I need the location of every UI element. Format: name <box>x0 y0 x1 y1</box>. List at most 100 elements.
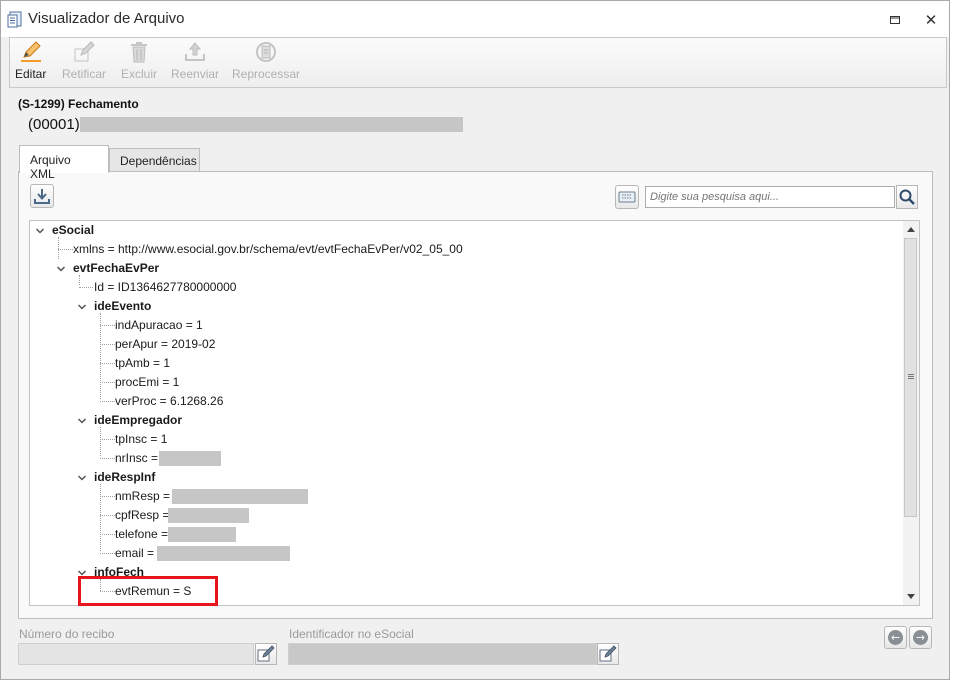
collapse-arrow-icon[interactable] <box>56 264 66 274</box>
scroll-grip <box>908 374 914 375</box>
redacted-value <box>157 546 290 561</box>
tree-connector <box>100 382 115 383</box>
collapse-arrow-icon[interactable] <box>35 226 45 236</box>
scroll-grip <box>908 378 914 379</box>
edit-icon <box>599 645 617 662</box>
rectify-button[interactable]: Retificar <box>62 40 106 81</box>
collapse-arrow-icon[interactable] <box>77 302 87 312</box>
collapse-arrow-icon[interactable] <box>77 473 87 483</box>
edit-pen-icon <box>72 40 96 64</box>
previous-button[interactable]: ← <box>884 626 907 649</box>
xml-tree: eSocial xmlns = http://www.esocial.gov.b… <box>29 220 920 606</box>
delete-label: Excluir <box>121 67 158 81</box>
restore-icon[interactable] <box>884 9 906 31</box>
esocial-id-label: Identificador no eSocial <box>289 627 414 641</box>
scrollbar-thumb[interactable] <box>904 238 917 517</box>
redacted-block <box>80 117 463 132</box>
tree-node-nrinsc[interactable]: nrInsc = <box>115 449 158 468</box>
delete-button[interactable]: Excluir <box>121 40 157 81</box>
tree-connector <box>100 553 115 554</box>
keyboard-icon <box>618 191 636 203</box>
document-icon <box>7 11 23 28</box>
tree-node-ideevento[interactable]: ideEvento <box>94 297 151 316</box>
tree-node-telefone[interactable]: telefone = <box>115 525 168 544</box>
search-button[interactable] <box>896 185 918 209</box>
rectify-label: Retificar <box>62 67 107 81</box>
arrow-left-icon: ← <box>888 630 903 645</box>
collapse-arrow-icon[interactable] <box>77 416 87 426</box>
tree-connector <box>100 496 115 497</box>
trash-icon <box>127 40 151 64</box>
download-button[interactable] <box>30 184 54 208</box>
tree-node-esocial[interactable]: eSocial <box>52 221 94 240</box>
tree-node-verproc[interactable]: verProc = 6.1268.26 <box>115 392 223 411</box>
esocial-id-field[interactable] <box>288 643 597 665</box>
search-icon <box>899 189 915 205</box>
edit-receipt-button[interactable] <box>255 643 277 665</box>
close-icon[interactable]: ✕ <box>920 9 942 31</box>
tree-node-indapuracao[interactable]: indApuracao = 1 <box>115 316 203 335</box>
receipt-number-field[interactable] <box>18 643 254 665</box>
scroll-up-icon[interactable] <box>907 227 915 232</box>
tab-dependencies[interactable]: Dependências <box>109 148 200 172</box>
search-input[interactable] <box>645 186 895 208</box>
edit-esocial-id-button[interactable] <box>597 643 619 665</box>
tree-node-iderespinf[interactable]: ideRespInf <box>94 468 155 487</box>
tree-connector <box>79 287 93 288</box>
tree-node-nmresp[interactable]: nmResp = <box>115 487 170 506</box>
redacted-value <box>168 527 236 542</box>
tree-connector <box>100 515 115 516</box>
tree-connector <box>100 401 115 402</box>
tree-node-ideempregador[interactable]: ideEmpregador <box>94 411 182 430</box>
toolbar: Editar Retificar Excluir Reenviar Reproc… <box>9 37 947 88</box>
file-viewer-window: Visualizador de Arquivo ✕ Editar Retific… <box>0 0 950 680</box>
tree-node-tpamb[interactable]: tpAmb = 1 <box>115 354 170 373</box>
receipt-number-label: Número do recibo <box>19 627 115 641</box>
tree-connector <box>100 427 101 456</box>
event-subtitle: (00001) <box>28 116 80 133</box>
edit-label: Editar <box>15 67 47 81</box>
title-bar: Visualizador de Arquivo ✕ <box>1 1 949 37</box>
redacted-value <box>159 451 221 466</box>
tab-xml-file[interactable]: Arquivo XML <box>19 145 109 181</box>
tree-connector <box>100 325 115 326</box>
download-icon <box>34 189 50 204</box>
tree-node-tpinsc[interactable]: tpInsc = 1 <box>115 430 167 449</box>
tree-node-xmlns[interactable]: xmlns = http://www.esocial.gov.br/schema… <box>73 240 463 259</box>
scroll-grip <box>908 376 914 377</box>
window-title: Visualizador de Arquivo <box>28 10 185 27</box>
tree-node-cpfresp[interactable]: cpfResp = <box>115 506 169 525</box>
tree-connector <box>100 458 115 459</box>
reprocess-button[interactable]: Reprocessar <box>232 40 300 81</box>
pencil-icon <box>19 40 43 64</box>
next-button[interactable]: → <box>909 626 932 649</box>
redacted-value <box>168 508 249 523</box>
reprocess-icon <box>254 40 278 64</box>
tree-node-evtfechaevper[interactable]: evtFechaEvPer <box>73 259 159 278</box>
tree-connector <box>58 237 59 259</box>
resend-button[interactable]: Reenviar <box>171 40 219 81</box>
edit-button[interactable]: Editar <box>15 40 46 81</box>
arrow-right-icon: → <box>913 630 928 645</box>
reprocess-label: Reprocessar <box>232 67 301 81</box>
edit-icon <box>257 645 275 662</box>
event-title: (S-1299) Fechamento <box>18 97 139 111</box>
tree-connector <box>100 363 115 364</box>
tree-node-id[interactable]: Id = ID1364627780000000 <box>94 278 236 297</box>
keyboard-button[interactable] <box>615 185 639 209</box>
tree-node-perapur[interactable]: perApur = 2019-02 <box>115 335 215 354</box>
tree-node-procemi[interactable]: procEmi = 1 <box>115 373 179 392</box>
vertical-scrollbar[interactable] <box>903 221 919 605</box>
tree-connector <box>100 439 115 440</box>
scroll-down-icon[interactable] <box>907 594 915 599</box>
upload-icon <box>183 40 207 64</box>
tree-connector <box>100 484 101 551</box>
tree-connector <box>100 344 115 345</box>
xml-panel: eSocial xmlns = http://www.esocial.gov.b… <box>18 171 933 619</box>
resend-label: Reenviar <box>171 67 220 81</box>
tree-connector <box>58 249 73 250</box>
tree-connector <box>100 534 115 535</box>
redacted-value <box>172 489 308 504</box>
tree-node-email[interactable]: email = <box>115 544 154 563</box>
highlight-box <box>78 576 218 606</box>
